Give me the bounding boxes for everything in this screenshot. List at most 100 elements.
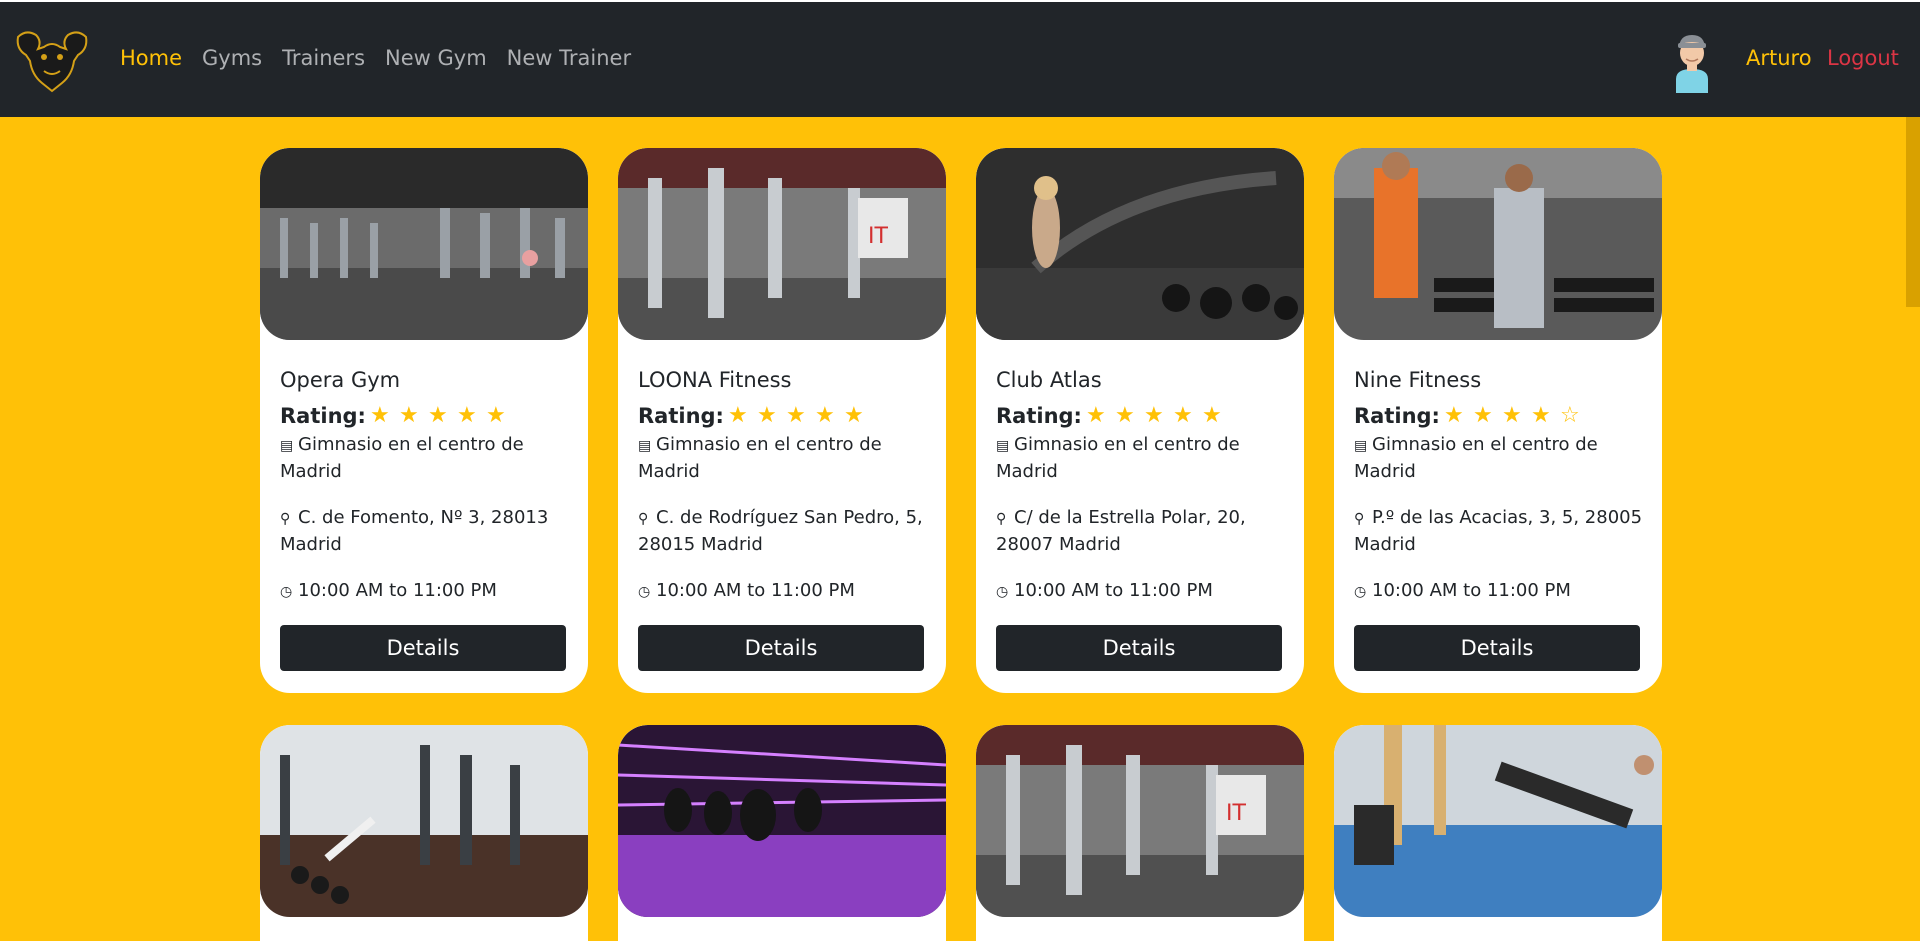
star-filled-icon: ★ <box>1085 403 1106 428</box>
hours-text: 10:00 AM to 11:00 PM <box>656 580 855 601</box>
address-text: C. de Fomento, Nº 3, 28013 Madrid <box>280 507 549 555</box>
gym-description: ▤ Gimnasio en el centro de Madrid <box>638 432 930 485</box>
description-text: Gimnasio en el centro de Madrid <box>638 434 882 482</box>
star-filled-icon: ★ <box>1172 403 1193 428</box>
gym-address: ⚲ C/ de la Estrella Polar, 20, 28007 Madr… <box>996 505 1288 558</box>
map-marker-icon: ⚲ <box>1354 511 1365 527</box>
gym-name: Club Atlas <box>996 368 1102 392</box>
address-text: P.º de las Acacias, 3, 5, 28005 Madrid <box>1354 507 1643 555</box>
gym-hours: ◷ 10:00 AM to 11:00 PM <box>996 578 1288 605</box>
gym-description: ▤ Gimnasio en el centro de Madrid <box>1354 432 1646 485</box>
svg-text:IT: IT <box>1226 801 1246 826</box>
star-filled-icon: ★ <box>1530 403 1551 428</box>
gym-card <box>618 725 946 941</box>
clock-icon: ◷ <box>996 584 1009 600</box>
rating-row: Rating: ★ ★ ★ ★ ☆ <box>1354 404 1589 428</box>
user-name-link[interactable]: Arturo <box>1746 46 1812 70</box>
rating-row: Rating: ★ ★ ★ ★ ★ <box>638 404 873 428</box>
hours-text: 10:00 AM to 11:00 PM <box>1014 580 1213 601</box>
gym-card: IT <box>976 725 1304 941</box>
gym-card <box>1334 725 1662 941</box>
newspaper-icon: ▤ <box>638 438 652 454</box>
map-marker-icon: ⚲ <box>638 511 649 527</box>
newspaper-icon: ▤ <box>996 438 1010 454</box>
gym-floor-photo <box>260 148 588 340</box>
nav-trainers[interactable]: Trainers <box>282 46 365 70</box>
muscle-bull-logo-icon[interactable] <box>14 27 90 93</box>
gym-machines-photo: IT <box>618 148 946 340</box>
nav-home[interactable]: Home <box>120 46 182 70</box>
address-text: C/ de la Estrella Polar, 20, 28007 Madri… <box>996 507 1246 555</box>
gym-address: ⚲ C. de Rodríguez San Pedro, 5, 28015 Mad… <box>638 505 930 558</box>
star-filled-icon: ★ <box>1443 403 1464 428</box>
nav-new-gym[interactable]: New Gym <box>385 46 487 70</box>
gym-card: Nine Fitness Rating: ★ ★ ★ ★ ☆ ▤ Gimnasio… <box>1334 148 1662 693</box>
clock-icon: ◷ <box>1354 584 1367 600</box>
user-avatar-icon[interactable] <box>1670 29 1714 93</box>
address-text: C. de Rodríguez San Pedro, 5, 28015 Madr… <box>638 507 923 555</box>
star-filled-icon: ★ <box>456 403 477 428</box>
map-marker-icon: ⚲ <box>280 511 291 527</box>
details-button[interactable]: Details <box>638 625 924 671</box>
gym-address: ⚲ P.º de las Acacias, 3, 5, 28005 Madrid <box>1354 505 1646 558</box>
nav-links: Home Gyms Trainers New Gym New Trainer <box>120 46 631 70</box>
rating-label: Rating: <box>280 404 366 428</box>
gym-description: ▤ Gimnasio en el centro de Madrid <box>280 432 572 485</box>
star-filled-icon: ★ <box>756 403 777 428</box>
hours-text: 10:00 AM to 11:00 PM <box>298 580 497 601</box>
rating-label: Rating: <box>1354 404 1440 428</box>
weights-room-photo <box>260 725 588 917</box>
gym-card: Opera Gym Rating: ★ ★ ★ ★ ★ ▤ Gimnasio en… <box>260 148 588 693</box>
details-button[interactable]: Details <box>996 625 1282 671</box>
scrollbar-thumb[interactable] <box>1906 117 1920 307</box>
star-filled-icon: ★ <box>427 403 448 428</box>
description-text: Gimnasio en el centro de Madrid <box>1354 434 1598 482</box>
details-button[interactable]: Details <box>1354 625 1640 671</box>
rating-row: Rating: ★ ★ ★ ★ ★ <box>996 404 1231 428</box>
rating-row: Rating: ★ ★ ★ ★ ★ <box>280 404 515 428</box>
treadmill-room-photo <box>1334 725 1662 917</box>
star-filled-icon: ★ <box>1501 403 1522 428</box>
boxing-bags-purple-photo <box>618 725 946 917</box>
star-filled-icon: ★ <box>1114 403 1135 428</box>
gym-description: ▤ Gimnasio en el centro de Madrid <box>996 432 1288 485</box>
star-filled-icon: ★ <box>1201 403 1222 428</box>
gym-card: Club Atlas Rating: ★ ★ ★ ★ ★ ▤ Gimnasio e… <box>976 148 1304 693</box>
description-text: Gimnasio en el centro de Madrid <box>280 434 524 482</box>
description-text: Gimnasio en el centro de Madrid <box>996 434 1240 482</box>
svg-text:IT: IT <box>868 224 888 249</box>
gym-name: LOONA Fitness <box>638 368 792 392</box>
rating-label: Rating: <box>638 404 724 428</box>
battle-ropes-photo <box>976 148 1304 340</box>
hours-text: 10:00 AM to 11:00 PM <box>1372 580 1571 601</box>
star-filled-icon: ★ <box>814 403 835 428</box>
nav-new-trainer[interactable]: New Trainer <box>507 46 631 70</box>
navbar: Home Gyms Trainers New Gym New Trainer A… <box>0 0 1920 117</box>
star-filled-icon: ★ <box>398 403 419 428</box>
nav-gyms[interactable]: Gyms <box>202 46 262 70</box>
gym-name: Nine Fitness <box>1354 368 1482 392</box>
gym-card: IT LOONA Fitness Rating: ★ ★ ★ ★ ★ ▤ Gimn… <box>618 148 946 693</box>
star-filled-icon: ★ <box>843 403 864 428</box>
rating-label: Rating: <box>996 404 1082 428</box>
gym-address: ⚲ C. de Fomento, Nº 3, 28013 Madrid <box>280 505 572 558</box>
newspaper-icon: ▤ <box>280 438 294 454</box>
gym-name: Opera Gym <box>280 368 401 392</box>
star-filled-icon: ★ <box>1472 403 1493 428</box>
gym-card <box>260 725 588 941</box>
gym-hours: ◷ 10:00 AM to 11:00 PM <box>1354 578 1646 605</box>
gym-hours: ◷ 10:00 AM to 11:00 PM <box>280 578 572 605</box>
gym-hours: ◷ 10:00 AM to 11:00 PM <box>638 578 930 605</box>
clock-icon: ◷ <box>280 584 293 600</box>
star-filled-icon: ★ <box>1143 403 1164 428</box>
star-filled-icon: ★ <box>485 403 506 428</box>
star-empty-icon: ☆ <box>1559 403 1580 428</box>
details-button[interactable]: Details <box>280 625 566 671</box>
map-marker-icon: ⚲ <box>996 511 1007 527</box>
star-filled-icon: ★ <box>785 403 806 428</box>
dumbbell-rack-photo <box>1334 148 1662 340</box>
logout-link[interactable]: Logout <box>1827 46 1899 70</box>
star-filled-icon: ★ <box>727 403 748 428</box>
star-filled-icon: ★ <box>369 403 390 428</box>
gym-machines-photo: IT <box>976 725 1304 917</box>
